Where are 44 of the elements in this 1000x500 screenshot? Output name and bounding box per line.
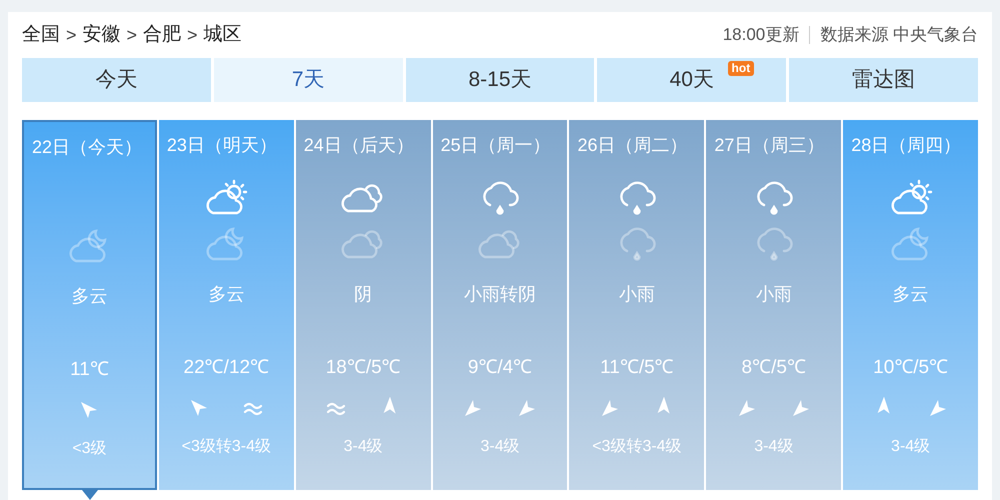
tab[interactable]: 雷达图	[789, 58, 978, 102]
wind-level: 3-4级	[344, 436, 383, 456]
breadcrumb-link[interactable]: 合肥	[143, 20, 182, 50]
weather-condition: 多云	[71, 285, 108, 308]
tab[interactable]: 今天	[22, 58, 211, 102]
temperature: 18℃/5℃	[326, 356, 401, 380]
day-date: 28日（周四）	[850, 134, 962, 157]
day-date: 22日（今天）	[31, 136, 142, 159]
day-date: 25日（周一）	[440, 134, 551, 157]
day-date: 24日（后天）	[302, 134, 414, 157]
weather-condition: 小雨	[756, 283, 792, 306]
weather-condition: 小雨转阴	[464, 283, 536, 306]
weather-condition: 多云	[208, 283, 244, 306]
weather-condition: 小雨	[618, 283, 655, 306]
temperature: 11℃/5℃	[600, 356, 674, 380]
tab[interactable]: 7天	[214, 58, 403, 102]
temperature: 8℃/5℃	[742, 356, 806, 380]
breadcrumb-link[interactable]: 全国	[22, 20, 60, 50]
temperature: 11℃	[70, 358, 109, 382]
breadcrumb-separator: >	[66, 24, 77, 46]
breadcrumb-separator: >	[126, 24, 138, 46]
breadcrumb-link[interactable]: 安徽	[82, 20, 121, 50]
data-source: 数据来源 中央气象台	[820, 24, 978, 46]
hot-badge: hot	[728, 61, 754, 76]
wind-level: 3-4级	[480, 436, 520, 456]
pointer-icon	[82, 490, 98, 500]
breadcrumb-link[interactable]: 城区	[204, 20, 242, 50]
wind-level: <3级转3-4级	[592, 436, 682, 456]
day-date: 27日（周三）	[713, 134, 824, 157]
day-date: 26日（周二）	[576, 134, 688, 157]
temperature: 10℃/5℃	[873, 356, 948, 380]
temperature: 9℃/4℃	[468, 356, 532, 380]
wind-level: 3-4级	[891, 436, 930, 456]
wind-level: <3级转3-4级	[182, 436, 271, 456]
tab[interactable]: 40天 hot	[597, 58, 786, 102]
weather-condition: 阴	[354, 283, 372, 306]
weather-condition: 多云	[892, 283, 929, 306]
tab[interactable]: 8-15天	[406, 58, 594, 102]
wind-level: 3-4级	[754, 436, 794, 456]
breadcrumb-separator: >	[187, 24, 198, 46]
update-time: 18:00更新	[722, 24, 800, 46]
wind-level: <3级	[72, 438, 107, 458]
temperature: 22℃/12℃	[184, 356, 270, 380]
day-date: 23日（明天）	[166, 134, 277, 157]
